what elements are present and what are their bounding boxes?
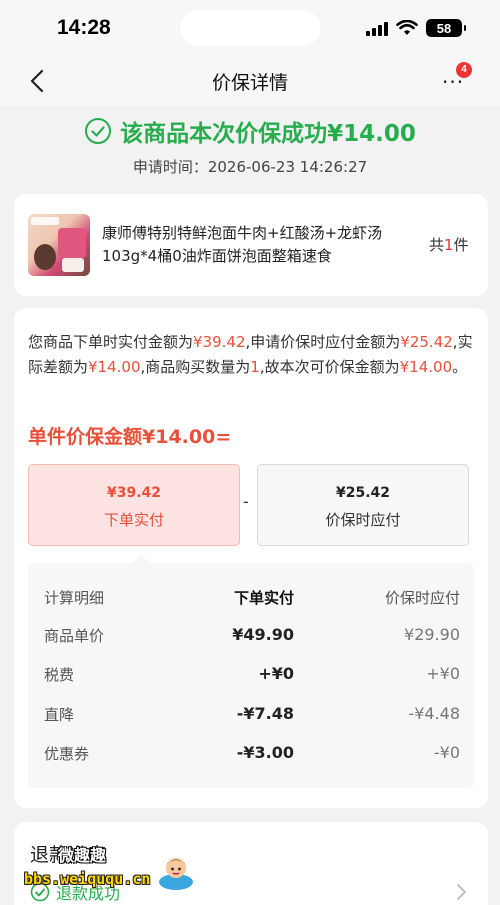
header-protect: 价保时应付 — [384, 589, 460, 607]
watermark: 微趣趣 bbs.weiququ.cn — [24, 842, 204, 898]
row-paid-value: -¥7.48 — [236, 704, 294, 723]
product-name: 康师傅特别特鲜泡面牛肉+红酸汤+龙虾汤103g*4桶0油炸面饼泡面整箱速食 — [102, 224, 383, 265]
notification-badge: 4 — [456, 62, 472, 78]
protect-amount-box[interactable]: ¥25.42 价保时应付 — [257, 464, 469, 546]
detail-table: 计算明细 下单实付 价保时应付 商品单价 ¥49.90 ¥29.90 税费 +¥… — [28, 563, 474, 788]
calculation-card: 您商品下单时实付金额为¥39.42,申请价保时应付金额为¥25.42,实际差额为… — [14, 308, 488, 808]
row-label: 商品单价 — [44, 627, 105, 645]
status-icons: 58 — [366, 19, 466, 37]
table-row: 商品单价 ¥49.90 ¥29.90 — [28, 625, 474, 655]
battery-icon: 58 — [426, 19, 466, 37]
nav-bar: 价保详情 ··· — [0, 58, 500, 106]
status-bar: 14:28 58 — [0, 0, 500, 58]
product-quantity: 共1件 — [429, 236, 469, 254]
table-row: 直降 -¥7.48 -¥4.48 — [28, 704, 474, 734]
header-detail: 计算明细 — [44, 589, 105, 607]
dynamic-island — [180, 10, 320, 46]
chevron-right-icon[interactable] — [456, 882, 468, 902]
row-paid-value: -¥3.00 — [236, 743, 294, 762]
apply-time: 申请时间：2026-06-23 14:26:27 — [0, 156, 500, 177]
status-time: 14:28 — [57, 16, 111, 39]
success-message: 该商品本次价保成功¥14.00 — [120, 121, 416, 147]
table-header-row: 计算明细 下单实付 价保时应付 — [28, 587, 474, 617]
apply-time-label: 申请时间： — [132, 158, 208, 176]
table-row: 税费 +¥0 +¥0 — [28, 664, 474, 694]
check-circle-icon — [85, 118, 112, 144]
protect-amount-label: 价保时应付 — [325, 511, 401, 529]
row-label: 直降 — [44, 706, 75, 724]
page-title: 价保详情 — [211, 72, 288, 94]
row-protect-value: ¥29.90 — [404, 625, 460, 644]
row-protect-value: +¥0 — [426, 664, 460, 683]
minus-sign: - — [243, 492, 249, 511]
selection-pointer — [132, 554, 150, 563]
paid-amount-box[interactable]: ¥39.42 下单实付 — [28, 464, 240, 546]
unit-protect-amount: 单件价保金额¥14.00= — [28, 426, 232, 448]
watermark-title: 微趣趣 — [58, 846, 107, 865]
apply-time-value: 2026-06-23 14:26:27 — [207, 158, 368, 176]
row-paid-value: ¥49.90 — [232, 625, 294, 644]
protect-amount-value: ¥25.42 — [335, 485, 391, 501]
watermark-url: bbs.weiququ.cn — [24, 870, 151, 888]
paid-amount-label: 下单实付 — [103, 511, 164, 529]
signal-icon — [366, 20, 388, 36]
product-thumbnail[interactable] — [28, 214, 90, 276]
row-protect-value: -¥4.48 — [408, 704, 460, 723]
table-row: 优惠券 -¥3.00 -¥0 — [28, 743, 474, 773]
calculation-description: 您商品下单时实付金额为¥39.42,申请价保时应付金额为¥25.42,实际差额为… — [28, 333, 473, 376]
wifi-icon — [396, 20, 418, 35]
row-paid-value: +¥0 — [258, 664, 294, 683]
row-label: 优惠券 — [44, 745, 90, 763]
header-paid: 下单实付 — [233, 589, 294, 607]
success-block: 该商品本次价保成功¥14.00 申请时间：2026-06-23 14:26:27 — [0, 108, 500, 183]
row-protect-value: -¥0 — [433, 743, 460, 762]
product-card[interactable]: 康师傅特别特鲜泡面牛肉+红酸汤+龙虾汤103g*4桶0油炸面饼泡面整箱速食 共1… — [14, 194, 488, 296]
mascot-avatar-icon — [159, 858, 193, 890]
row-label: 税费 — [44, 666, 75, 684]
paid-amount-value: ¥39.42 — [106, 485, 162, 501]
